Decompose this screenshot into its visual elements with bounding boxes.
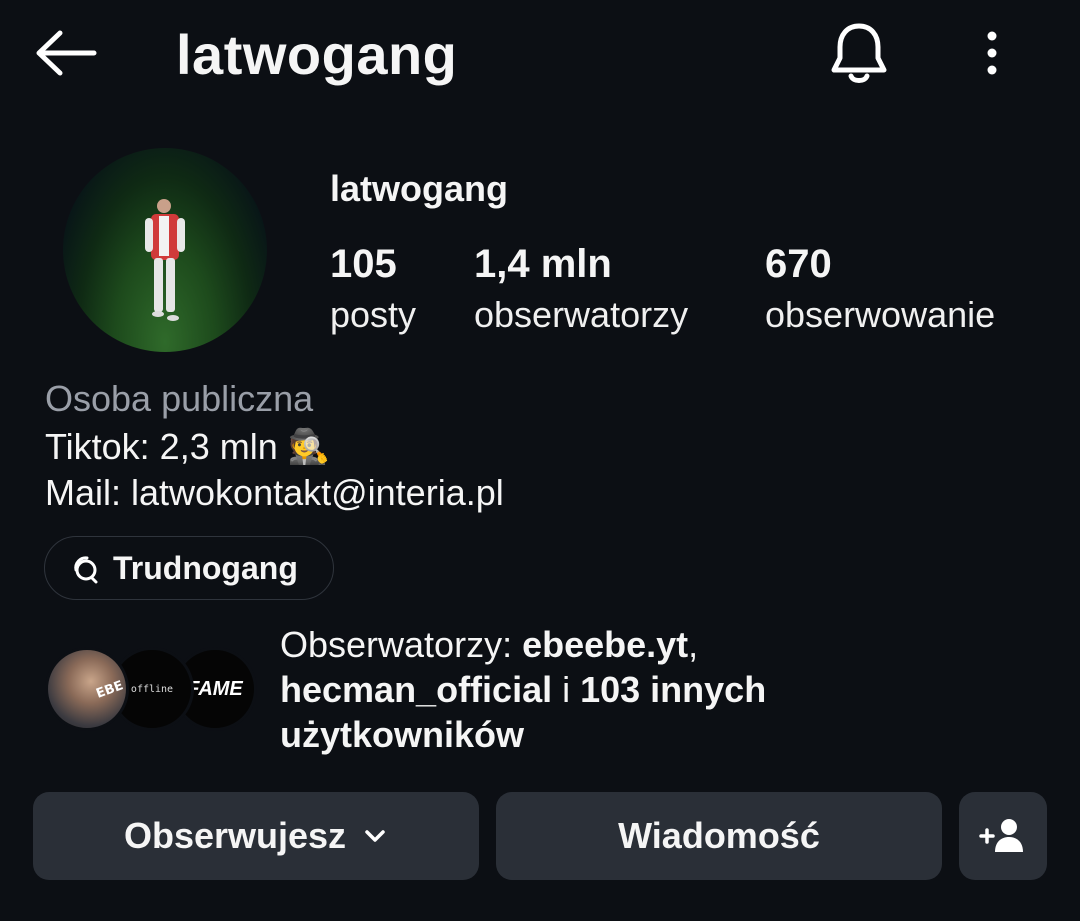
more-vertical-icon	[987, 31, 997, 75]
avatar-photo	[145, 199, 185, 321]
follower-avatar-image: EBE	[94, 678, 125, 702]
page-title: latwogang	[176, 23, 458, 86]
arrow-left-icon	[36, 30, 97, 76]
bio-tiktok-text: Tiktok: 2,3 mln	[45, 426, 278, 467]
bell-icon	[831, 23, 887, 83]
message-button-label: Wiadomość	[618, 815, 820, 856]
followed-by-user[interactable]: hecman_official	[280, 669, 552, 710]
following-count[interactable]: 670	[765, 242, 832, 287]
following-button-label: Obserwujesz	[123, 815, 347, 856]
threads-link[interactable]: Trudnogang	[44, 536, 334, 600]
followers-count[interactable]: 1,4 mln	[474, 242, 612, 287]
notifications-button[interactable]	[828, 20, 890, 86]
profile-category: Osoba publiczna	[45, 378, 314, 419]
profile-avatar[interactable]	[63, 148, 267, 352]
posts-label[interactable]: posty	[330, 294, 416, 336]
chevron-down-icon	[365, 830, 385, 842]
back-button[interactable]	[34, 28, 98, 78]
suggested-users-button[interactable]	[959, 792, 1047, 880]
profile-username: latwogang	[330, 168, 508, 209]
follower-avatar-text: EBE	[94, 678, 125, 702]
threads-label: Trudnogang	[113, 549, 298, 586]
followed-by-prefix: Obserwatorzy:	[280, 624, 523, 665]
message-button[interactable]: Wiadomość	[496, 792, 942, 880]
follower-avatar-text: FAME	[187, 677, 243, 700]
bio-line: Tiktok: 2,3 mln 🕵️	[45, 426, 330, 468]
followed-by-text[interactable]: Obserwatorzy: ebeebe.yt, hecman_official …	[280, 622, 840, 757]
threads-icon	[74, 556, 98, 584]
add-person-icon	[979, 819, 1023, 852]
following-label[interactable]: obserwowanie	[765, 294, 995, 336]
followers-label[interactable]: obserwatorzy	[474, 294, 688, 336]
bio-mail-text[interactable]: Mail: latwokontakt@interia.pl	[45, 472, 504, 514]
followed-by-separator: ,	[688, 624, 699, 665]
posts-count[interactable]: 105	[330, 242, 397, 287]
following-button[interactable]: Obserwujesz	[33, 792, 479, 880]
followed-by-user[interactable]: ebeebe.yt	[522, 624, 688, 665]
follower-avatar-text: offline	[130, 683, 174, 695]
more-options-button[interactable]	[972, 26, 1012, 82]
follower-avatar[interactable]: EBE	[45, 647, 129, 731]
followed-by-conjunction: i	[552, 669, 581, 710]
detective-emoji-icon: 🕵️	[287, 428, 331, 466]
